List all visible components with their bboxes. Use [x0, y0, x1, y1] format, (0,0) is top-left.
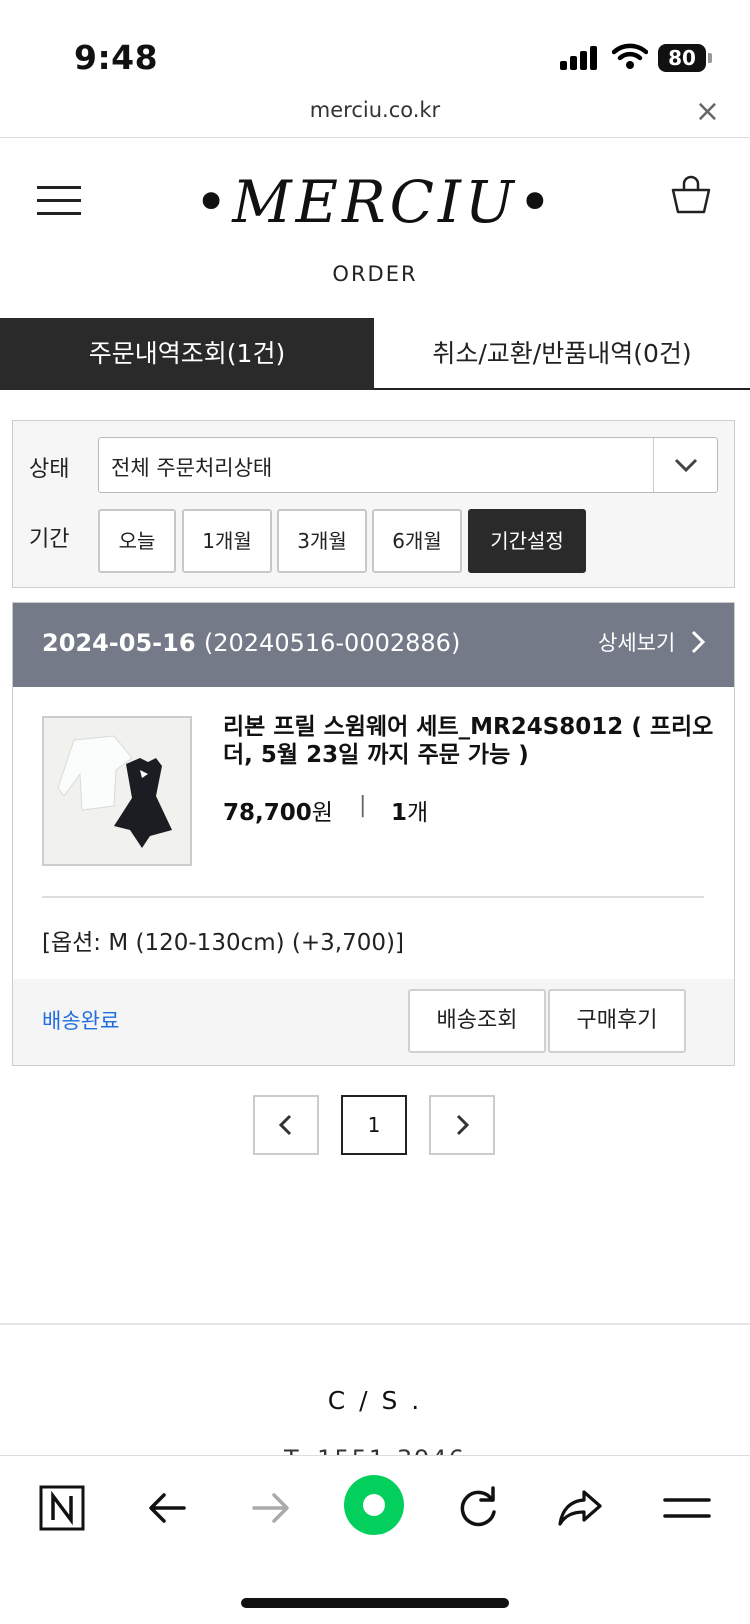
- status-select[interactable]: 전체 주문처리상태: [98, 437, 718, 493]
- write-review-button[interactable]: 구매후기: [548, 989, 686, 1053]
- order-card: 2024-05-16 (20240516-0002886) 상세보기 리본 프릴…: [12, 602, 735, 1066]
- status-filter-label: 상태: [29, 457, 70, 482]
- order-date: 2024-05-16: [42, 629, 196, 657]
- wifi-icon: [612, 43, 648, 69]
- order-header: 2024-05-16 (20240516-0002886) 상세보기: [13, 603, 734, 687]
- status-select-value: 전체 주문처리상태: [111, 456, 273, 480]
- site-logo[interactable]: •MERCIU•: [0, 168, 750, 236]
- close-icon[interactable]: ×: [695, 94, 720, 129]
- cellular-signal-icon: [560, 46, 600, 70]
- tab-order-history[interactable]: 주문내역조회(1건): [0, 318, 374, 390]
- price-unit: 원: [311, 800, 333, 826]
- period-filter-label: 기간: [29, 527, 70, 552]
- status-bar: 9:48 80: [0, 0, 750, 96]
- order-tabs: 주문내역조회(1건) 취소/교환/반품내역(0건): [0, 318, 750, 390]
- shopping-bag-icon[interactable]: [670, 174, 712, 216]
- order-detail-link[interactable]: 상세보기: [598, 627, 706, 657]
- prev-page-button[interactable]: [253, 1095, 319, 1155]
- quantity-unit: 개: [407, 800, 429, 826]
- share-icon[interactable]: [550, 1478, 610, 1538]
- home-indicator[interactable]: [241, 1598, 509, 1608]
- period-1month-button[interactable]: 1개월: [182, 509, 272, 573]
- period-6month-button[interactable]: 6개월: [372, 509, 462, 573]
- naver-home-icon[interactable]: [32, 1478, 92, 1538]
- product-quantity: 1개: [391, 793, 428, 827]
- period-custom-button[interactable]: 기간설정: [468, 509, 586, 573]
- price-qty-divider: |: [359, 793, 367, 818]
- order-date-line: 2024-05-16 (20240516-0002886): [42, 629, 460, 657]
- chevron-right-icon: [691, 630, 706, 654]
- quantity-number: 1: [391, 800, 408, 826]
- more-menu-icon[interactable]: [657, 1478, 717, 1538]
- clock: 9:48: [74, 38, 159, 77]
- order-filter: 상태 전체 주문처리상태 기간 오늘 1개월 3개월 6개월 기간설정: [12, 420, 735, 588]
- chevron-left-icon: [278, 1114, 292, 1136]
- product-price: 78,700원: [223, 793, 333, 827]
- cs-heading: C / S .: [327, 1386, 423, 1415]
- browser-toolbar: [0, 1455, 750, 1624]
- footer-divider: [0, 1323, 750, 1325]
- back-arrow-icon[interactable]: [138, 1478, 198, 1538]
- divider: [42, 896, 704, 898]
- next-page-button[interactable]: [429, 1095, 495, 1155]
- chevron-right-icon: [456, 1114, 470, 1136]
- price-amount: 78,700: [223, 800, 312, 826]
- battery-icon: 80: [658, 44, 712, 72]
- period-today-button[interactable]: 오늘: [98, 509, 176, 573]
- product-name[interactable]: 리본 프릴 스윔웨어 세트_MR24S8012 ( 프리오더, 5월 23일 까…: [223, 713, 729, 769]
- browser-url-bar[interactable]: merciu.co.kr ×: [0, 94, 750, 138]
- order-number: (20240516-0002886): [203, 629, 461, 657]
- forward-arrow-icon[interactable]: [240, 1478, 300, 1538]
- chevron-down-icon[interactable]: [653, 438, 717, 492]
- order-detail-label: 상세보기: [598, 631, 676, 655]
- battery-level: 80: [658, 44, 706, 72]
- url-text[interactable]: merciu.co.kr: [0, 98, 750, 122]
- track-delivery-button[interactable]: 배송조회: [408, 989, 546, 1053]
- refresh-icon[interactable]: [448, 1478, 508, 1538]
- site-header: •MERCIU• ORDER: [0, 138, 750, 318]
- tab-cancel-exchange-return[interactable]: 취소/교환/반품내역(0건): [374, 318, 750, 390]
- order-actions: 배송완료 배송조회 구매후기: [13, 979, 734, 1065]
- page-number-button[interactable]: 1: [341, 1095, 407, 1155]
- naver-green-dot-icon[interactable]: [341, 1472, 407, 1538]
- period-3month-button[interactable]: 3개월: [277, 509, 367, 573]
- product-thumbnail[interactable]: [42, 716, 192, 866]
- page-title: ORDER: [332, 262, 418, 286]
- delivery-status[interactable]: 배송완료: [42, 1005, 119, 1035]
- product-option: [옵션: M (120-130cm) (+3,700)]: [42, 930, 404, 956]
